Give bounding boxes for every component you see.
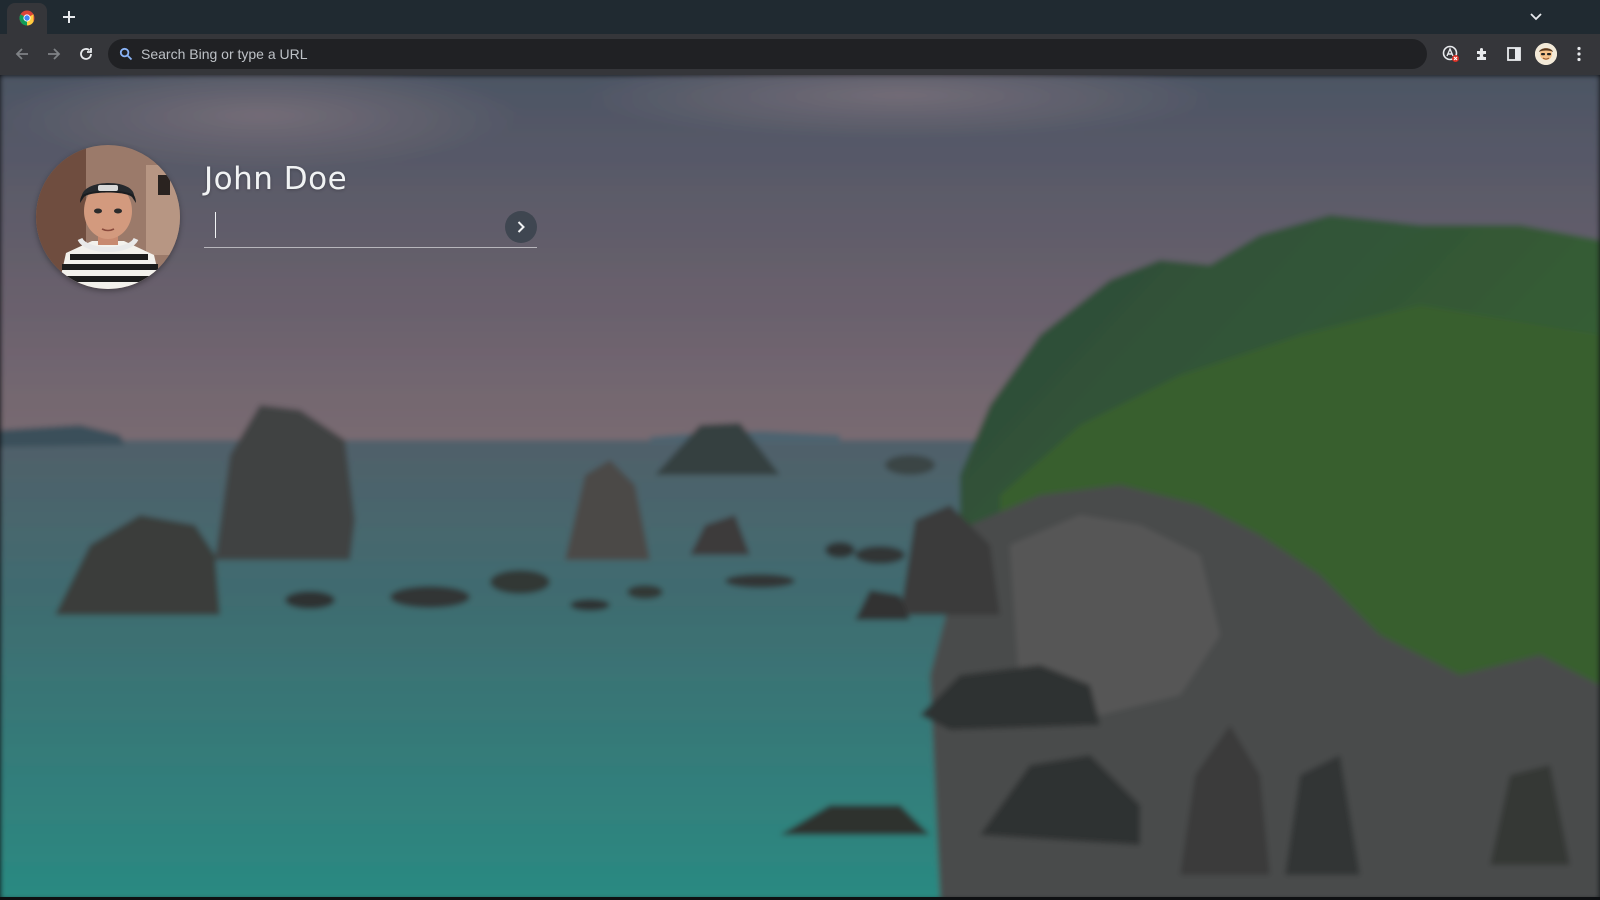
profile-avatar xyxy=(1535,43,1557,65)
profile-avatar-button[interactable] xyxy=(1535,43,1557,65)
side-panel-icon xyxy=(1507,47,1521,61)
extensions-button[interactable] xyxy=(1468,40,1496,68)
reload-button[interactable] xyxy=(72,40,100,68)
password-field-row xyxy=(204,207,537,248)
kebab-menu-icon xyxy=(1577,46,1581,62)
browser-menu-button[interactable] xyxy=(1565,40,1593,68)
coastal-rocks-wallpaper xyxy=(0,75,1600,900)
tab-search-button[interactable] xyxy=(1524,6,1548,28)
user-name: John Doe xyxy=(204,161,348,197)
chevron-down-icon xyxy=(1530,13,1542,21)
chevron-right-icon xyxy=(517,221,525,233)
new-tab-button[interactable] xyxy=(58,6,80,28)
back-arrow-icon xyxy=(15,48,28,60)
submit-password-button[interactable] xyxy=(505,211,537,243)
back-button[interactable] xyxy=(8,40,36,68)
address-bar[interactable]: Search Bing or type a URL xyxy=(108,39,1427,69)
forward-button[interactable] xyxy=(40,40,68,68)
address-bar-placeholder: Search Bing or type a URL xyxy=(141,46,308,62)
forward-arrow-icon xyxy=(48,48,61,60)
browser-tab[interactable] xyxy=(7,3,47,34)
translate-extension-icon xyxy=(1442,45,1459,62)
browser-toolbar: Search Bing or type a URL xyxy=(0,34,1600,75)
user-avatar-photo xyxy=(36,145,180,289)
lock-screen: John Doe xyxy=(0,75,1600,900)
plus-icon xyxy=(63,11,75,23)
extensions-puzzle-icon xyxy=(1477,48,1486,60)
password-input[interactable] xyxy=(204,207,488,247)
user-avatar xyxy=(36,145,180,289)
search-icon xyxy=(119,47,133,61)
translate-extension-button[interactable] xyxy=(1437,40,1465,68)
chrome-icon xyxy=(19,10,35,26)
side-panel-button[interactable] xyxy=(1500,40,1528,68)
tab-strip xyxy=(0,0,1600,34)
reload-icon xyxy=(80,48,92,60)
text-caret xyxy=(215,212,216,238)
